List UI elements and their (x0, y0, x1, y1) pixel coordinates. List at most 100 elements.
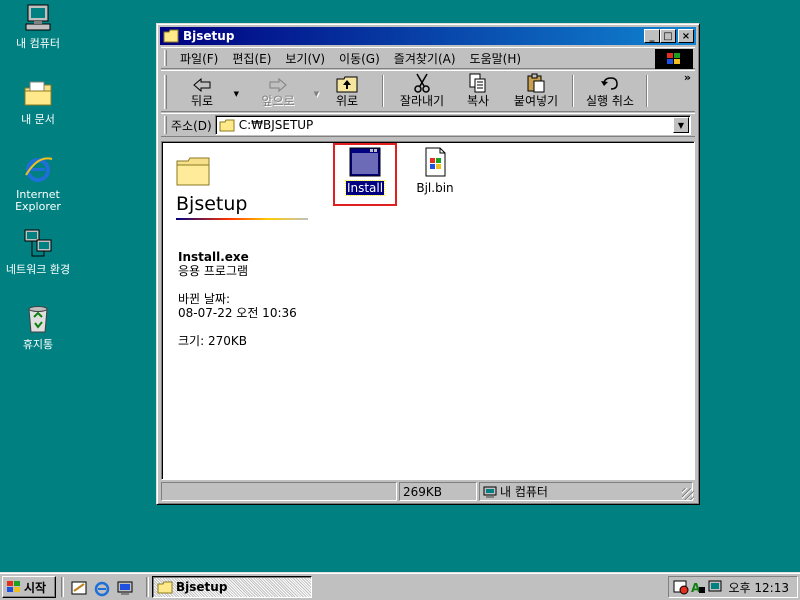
modified-label: 바뀐 날짜: (178, 292, 231, 306)
up-label: 위로 (335, 94, 359, 108)
scheduler-icon[interactable] (673, 579, 689, 595)
undo-icon (601, 77, 618, 90)
menu-bar: 파일(F) 편집(E) 보기(V) 이동(G) 즐겨찾기(A) 도움말(H) (161, 47, 695, 69)
selected-file-name: Install.exe (178, 250, 249, 264)
tasklist-grip[interactable] (146, 577, 149, 597)
undo-label: 실행 취소 (586, 94, 634, 108)
address-dropdown-icon[interactable]: ▼ (673, 117, 689, 133)
copy-label: 복사 (466, 94, 490, 108)
forward-button[interactable]: 앞으로 ▼ (243, 71, 319, 111)
modified-value: 08-07-22 오전 10:36 (178, 306, 297, 320)
recycle-bin-icon (28, 306, 48, 333)
window-title: Bjsetup (183, 29, 235, 43)
desktop-icon-my-computer[interactable]: 내 컴퓨터 (0, 2, 76, 50)
show-desktop-icon[interactable] (70, 579, 88, 597)
minimize-button[interactable]: _ (644, 29, 660, 43)
toolbar-more-chevron-icon[interactable]: » (684, 71, 691, 84)
desktop-icon-my-documents[interactable]: 내 문서 (0, 78, 76, 126)
paste-icon (527, 73, 545, 93)
menu-help[interactable]: 도움말(H) (463, 50, 529, 67)
computer-icon (483, 486, 497, 498)
maximize-button[interactable]: □ (660, 29, 676, 43)
start-label: 시작 (24, 580, 47, 595)
title-bar[interactable]: Bjsetup _ □ × (160, 27, 696, 45)
resize-grip-icon[interactable] (682, 488, 694, 500)
taskbar-button-bjsetup[interactable]: Bjsetup (152, 576, 312, 598)
channels-icon[interactable] (116, 579, 134, 597)
selection-highlight-frame (333, 143, 397, 206)
scissors-icon (414, 73, 430, 93)
selected-file-type: 응용 프로그램 (178, 264, 249, 278)
back-dropdown-icon[interactable]: ▼ (234, 88, 239, 101)
address-grip[interactable] (164, 116, 167, 134)
file-label: Bjl.bin (416, 181, 454, 195)
desktop-icon-recycle-bin[interactable]: 휴지통 (0, 303, 76, 351)
file-item-bjl-bin[interactable]: Bjl.bin (403, 146, 467, 195)
cut-button[interactable]: 잘라내기 (389, 71, 455, 111)
copy-button[interactable]: 복사 (455, 71, 501, 111)
folder-documents-icon (24, 81, 52, 106)
paste-button[interactable]: 붙여넣기 (505, 71, 567, 111)
folder-icon (219, 119, 235, 131)
desktop-icon-label: 네트워크 환경 (5, 263, 71, 276)
computer-icon (25, 4, 51, 31)
network-icon (24, 229, 52, 257)
selection-details: Install.exe 응용 프로그램 바뀐 날짜: 08-07-22 오전 1… (178, 250, 297, 348)
menu-view[interactable]: 보기(V) (278, 50, 332, 67)
back-label: 뒤로 (190, 94, 214, 108)
file-size: 크기: 270KB (178, 334, 247, 348)
address-value: C:₩BJSETUP (238, 118, 314, 132)
address-label: 주소(D) (171, 118, 212, 133)
up-button[interactable]: 위로 (317, 71, 377, 111)
up-folder-icon (336, 76, 358, 93)
toolbar-separator (572, 75, 574, 107)
back-arrow-icon (193, 77, 211, 93)
clock[interactable]: 오후 12:13 (729, 579, 789, 596)
forward-arrow-icon (269, 77, 287, 93)
network-tray-icon[interactable] (707, 579, 723, 595)
desktop-icon-label: 휴지통 (22, 338, 54, 351)
desktop-icon-internet-explorer[interactable]: Internet Explorer (0, 153, 76, 213)
internet-explorer-icon (25, 157, 53, 182)
system-file-icon (425, 147, 446, 177)
task-label: Bjsetup (176, 580, 228, 594)
menu-file[interactable]: 파일(F) (173, 50, 225, 67)
start-button[interactable]: 시작 (2, 576, 56, 598)
folder-large-icon (176, 157, 210, 186)
desktop-icon-label: Internet Explorer (15, 188, 61, 213)
copy-icon (469, 73, 486, 93)
explorer-window: Bjsetup _ □ × 파일(F) 편집(E) 보기(V) 이동(G) 즐겨… (156, 23, 700, 505)
folder-icon (163, 29, 179, 43)
windows-logo-icon (655, 49, 693, 69)
status-message (161, 482, 397, 501)
paste-label: 붙여넣기 (513, 94, 559, 108)
status-location-cell: 내 컴퓨터 (479, 482, 693, 501)
menu-favorites[interactable]: 즐겨찾기(A) (387, 50, 463, 67)
toolbar-separator (382, 75, 384, 107)
cut-label: 잘라내기 (399, 94, 445, 108)
status-location: 내 컴퓨터 (500, 485, 548, 499)
desktop-icon-label: 내 문서 (21, 113, 55, 126)
desktop-icon-network[interactable]: 네트워크 환경 (0, 228, 76, 276)
system-tray: A 오후 12:13 (668, 576, 798, 598)
folder-icon (157, 581, 173, 593)
menu-grip[interactable] (164, 50, 167, 66)
toolbar-separator (646, 75, 648, 107)
desktop-icon-label: 내 컴퓨터 (16, 37, 60, 50)
internet-explorer-icon[interactable] (93, 579, 111, 597)
folder-title: Bjsetup (176, 193, 248, 215)
taskbar: 시작 Bjsetup A 오후 12:13 (0, 572, 800, 600)
quicklaunch-grip[interactable] (61, 577, 64, 597)
back-button[interactable]: 뒤로 ▼ (171, 71, 239, 111)
toolbar-grip[interactable] (164, 75, 167, 109)
undo-button[interactable]: 실행 취소 (579, 71, 641, 111)
menu-edit[interactable]: 편집(E) (225, 50, 278, 67)
status-bar: 269KB 내 컴퓨터 (161, 482, 695, 501)
menu-go[interactable]: 이동(G) (332, 50, 387, 67)
input-method-icon[interactable]: A (690, 579, 706, 595)
address-bar: 주소(D) C:₩BJSETUP ▼ (161, 113, 695, 137)
folder-content-pane[interactable]: Bjsetup Install.exe 응용 프로그램 바뀐 날짜: 08-07… (161, 141, 695, 480)
title-underline (176, 218, 308, 220)
address-input[interactable]: C:₩BJSETUP ▼ (214, 115, 691, 135)
close-button[interactable]: × (678, 29, 694, 43)
